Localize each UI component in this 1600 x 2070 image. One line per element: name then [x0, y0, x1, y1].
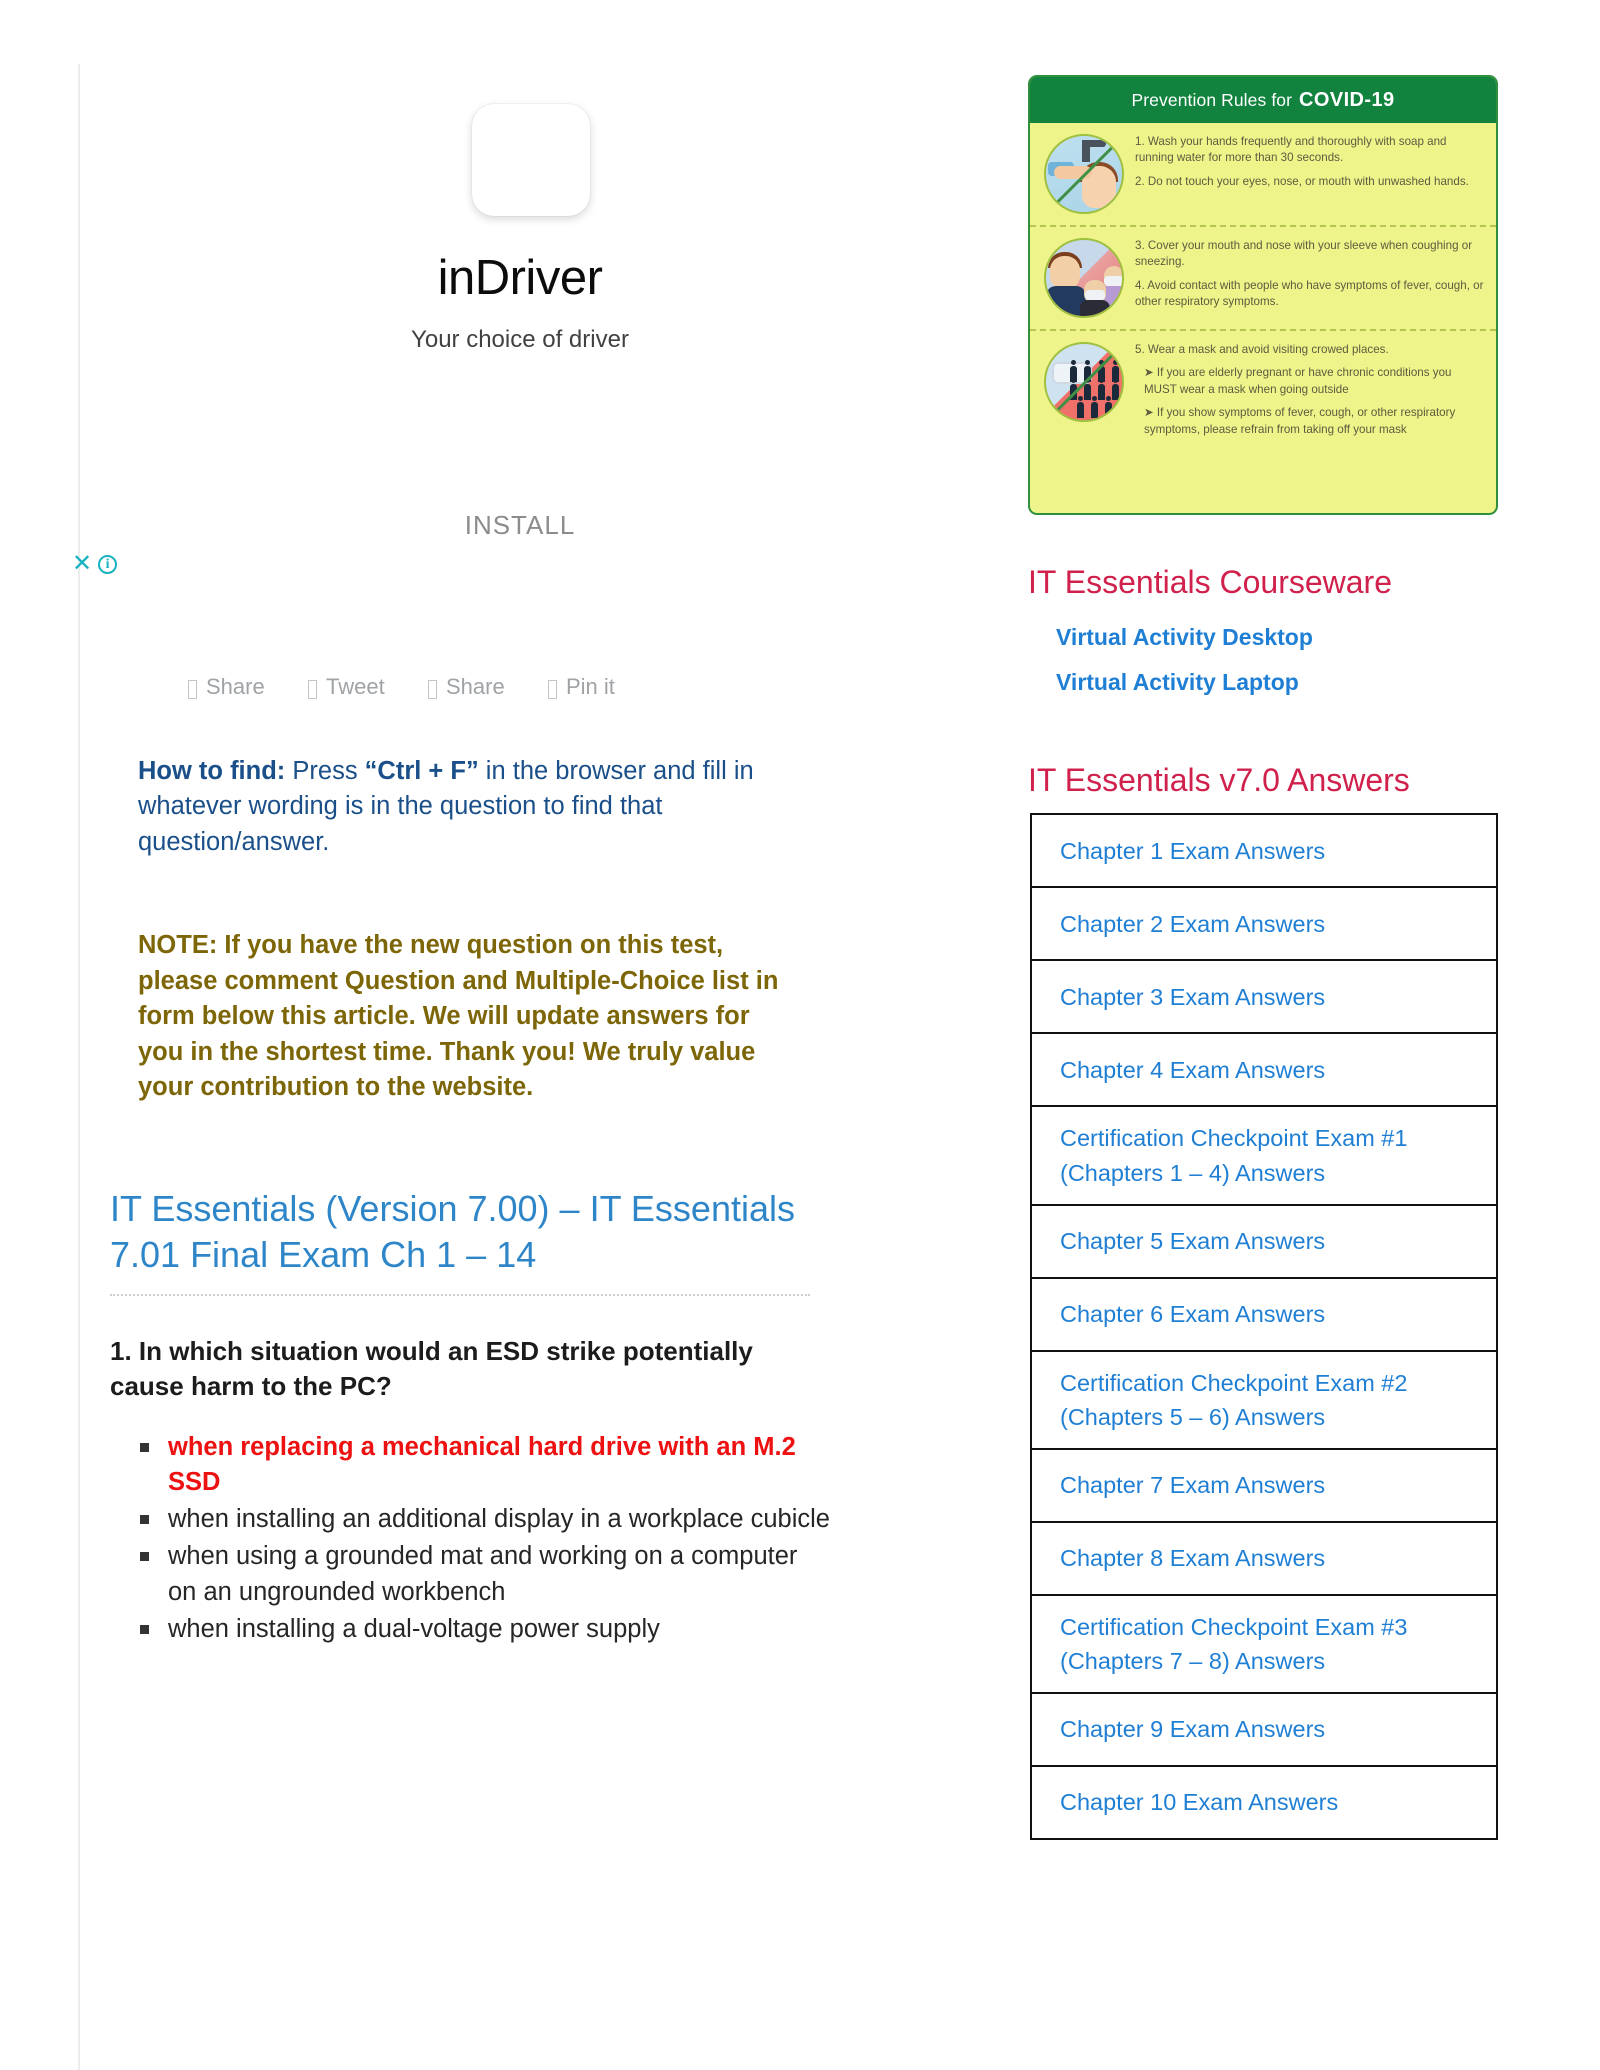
covid-row: 5. Wear a mask and avoid visiting crowed… — [1030, 329, 1496, 449]
answer-link: Certification Checkpoint Exam #2 (Chapte… — [1060, 1369, 1408, 1430]
covid-rules: 1. Wash your hands frequently and thorou… — [1135, 134, 1484, 190]
list-item[interactable]: Chapter 5 Exam Answers — [1030, 1205, 1498, 1279]
answer-link: Chapter 1 Exam Answers — [1060, 837, 1326, 864]
covid-rule: 1. Wash your hands frequently and thorou… — [1135, 135, 1447, 165]
list-item[interactable]: Chapter 7 Exam Answers — [1030, 1449, 1498, 1523]
answer-link: Chapter 2 Exam Answers — [1060, 910, 1326, 937]
covid-header-bold: COVID-19 — [1299, 88, 1395, 111]
ad-install-button[interactable]: INSTALL — [80, 510, 960, 541]
covid-rule: ➤ If you are elderly pregnant or have ch… — [1144, 366, 1452, 396]
app-icon — [472, 104, 590, 216]
linkedin-icon — [428, 679, 437, 699]
covid-header-prefix: Prevention Rules for — [1131, 89, 1293, 110]
how-to-find-mid: Press — [285, 757, 365, 785]
share-button-facebook[interactable]: Share — [188, 674, 308, 700]
share-label: Pin it — [566, 674, 615, 699]
answers-link-list: Chapter 1 Exam Answers Chapter 2 Exam An… — [1030, 813, 1498, 1840]
page-root: inDriver Your choice of driver INSTALL ✕… — [0, 0, 1600, 2070]
share-button-linkedin[interactable]: Share — [428, 674, 548, 700]
answer-link: Certification Checkpoint Exam #1 (Chapte… — [1060, 1125, 1408, 1186]
answer-link: Certification Checkpoint Exam #3 (Chapte… — [1060, 1613, 1408, 1674]
list-item[interactable]: Chapter 1 Exam Answers — [1030, 815, 1498, 889]
ad-controls: ✕ i — [72, 552, 118, 576]
covid-rule: 3. Cover your mouth and nose with your s… — [1135, 239, 1473, 269]
covid-row: 1. Wash your hands frequently and thorou… — [1030, 123, 1496, 225]
pinterest-icon — [548, 679, 557, 699]
covid-row: 3. Cover your mouth and nose with your s… — [1030, 225, 1496, 329]
widget-title-answers: IT Essentials v7.0 Answers — [1028, 762, 1410, 799]
widget-courseware: IT Essentials Courseware Virtual Activit… — [1028, 563, 1498, 705]
twitter-icon — [308, 679, 317, 699]
cover-mouth-icon — [1044, 238, 1124, 318]
sidebar: Prevention Rules for COVID-19 1. Wash yo… — [1028, 75, 1498, 1840]
answer-link: Chapter 9 Exam Answers — [1060, 1716, 1326, 1743]
covid-rule: ➤ If you show symptoms of fever, cough, … — [1144, 406, 1456, 436]
ad-app-name: inDriver — [437, 251, 603, 305]
note-paragraph: NOTE: If you have the new question on th… — [138, 931, 779, 1102]
ad-tagline: Your choice of driver — [411, 326, 629, 353]
courseware-link-list: Virtual Activity Desktop Virtual Activit… — [1028, 615, 1498, 705]
list-item[interactable]: Certification Checkpoint Exam #1 (Chapte… — [1030, 1107, 1498, 1206]
list-item[interactable]: Chapter 8 Exam Answers — [1030, 1522, 1498, 1596]
answer-link: Chapter 3 Exam Answers — [1060, 983, 1326, 1010]
wash-hands-icon — [1044, 134, 1124, 214]
how-to-find-paragraph: How to find: Press “Ctrl + F” in the bro… — [138, 754, 778, 860]
covid-rule: 4. Avoid contact with people who have sy… — [1135, 278, 1484, 309]
share-label: Tweet — [326, 674, 385, 699]
list-item[interactable]: Certification Checkpoint Exam #3 (Chapte… — [1030, 1595, 1498, 1694]
social-share-bar: Share Tweet Share Pin it — [110, 674, 960, 700]
answer-link: Chapter 7 Exam Answers — [1060, 1472, 1326, 1499]
covid-rule: 2. Do not touch your eyes, nose, or mout… — [1135, 174, 1469, 188]
how-to-find-shortcut: “Ctrl + F” — [364, 757, 479, 785]
widget-answers: IT Essentials v7.0 Answers Chapter 1 Exa… — [1028, 761, 1498, 1840]
covid-header: Prevention Rules for COVID-19 — [1030, 77, 1496, 123]
main-content-column: inDriver Your choice of driver INSTALL ✕… — [72, 64, 1008, 2070]
answer-choice-list: when replacing a mechanical hard drive w… — [110, 1430, 830, 1647]
list-item[interactable]: Chapter 6 Exam Answers — [1030, 1278, 1498, 1352]
list-item[interactable]: Chapter 3 Exam Answers — [1030, 961, 1498, 1035]
list-item[interactable]: Chapter 10 Exam Answers — [1030, 1766, 1498, 1840]
courseware-link[interactable]: Virtual Activity Desktop — [1028, 615, 1498, 660]
answer-choice[interactable]: when installing a dual-voltage power sup… — [110, 1612, 830, 1647]
info-icon[interactable]: i — [98, 554, 118, 574]
answer-link: Chapter 8 Exam Answers — [1060, 1545, 1326, 1572]
share-button-twitter[interactable]: Tweet — [308, 674, 428, 700]
answer-choice[interactable]: when using a grounded mat and working on… — [110, 1539, 830, 1609]
covid-rules: 5. Wear a mask and avoid visiting crowed… — [1135, 342, 1484, 438]
wear-mask-icon — [1044, 342, 1124, 422]
covid-prevention-infographic: Prevention Rules for COVID-19 1. Wash yo… — [1028, 75, 1498, 515]
app-install-ad[interactable]: inDriver Your choice of driver INSTALL ✕… — [72, 64, 960, 654]
question-text: 1. In which situation would an ESD strik… — [110, 1335, 753, 1401]
list-item[interactable]: Certification Checkpoint Exam #2 (Chapte… — [1030, 1351, 1498, 1450]
answer-link: Chapter 6 Exam Answers — [1060, 1301, 1326, 1328]
share-button-pinterest[interactable]: Pin it — [548, 674, 668, 700]
covid-rule: 5. Wear a mask and avoid visiting crowed… — [1135, 343, 1389, 356]
answer-choice[interactable]: when replacing a mechanical hard drive w… — [110, 1430, 830, 1500]
how-to-find-lead: How to find: — [138, 757, 286, 785]
covid-rules: 3. Cover your mouth and nose with your s… — [1135, 238, 1484, 311]
list-item[interactable]: Chapter 2 Exam Answers — [1030, 888, 1498, 962]
share-label: Share — [206, 674, 265, 699]
page-title: IT Essentials (Version 7.00) – IT Essent… — [110, 1186, 810, 1296]
answer-link: Chapter 10 Exam Answers — [1060, 1789, 1339, 1816]
close-icon[interactable]: ✕ — [72, 552, 92, 576]
list-item[interactable]: Chapter 4 Exam Answers — [1030, 1034, 1498, 1108]
share-label: Share — [446, 674, 505, 699]
answer-link: Chapter 5 Exam Answers — [1060, 1228, 1326, 1255]
answer-link: Chapter 4 Exam Answers — [1060, 1056, 1326, 1083]
courseware-link[interactable]: Virtual Activity Laptop — [1028, 660, 1498, 705]
answer-choice[interactable]: when installing an additional display in… — [110, 1502, 830, 1537]
list-item[interactable]: Chapter 9 Exam Answers — [1030, 1693, 1498, 1767]
widget-title-courseware: IT Essentials Courseware — [1028, 564, 1392, 600]
covid-body: 1. Wash your hands frequently and thorou… — [1030, 123, 1496, 449]
facebook-icon — [188, 679, 197, 699]
article-body: How to find: Press “Ctrl + F” in the bro… — [110, 754, 990, 1649]
